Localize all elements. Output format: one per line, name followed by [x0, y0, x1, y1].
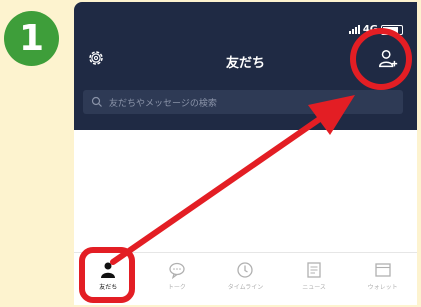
search-icon: [91, 96, 102, 107]
wallet-icon: [375, 263, 391, 277]
search-placeholder: 友だちやメッセージの検索: [109, 98, 217, 109]
tab-label: ニュース: [302, 284, 326, 291]
highlight-circle-add-friend: [350, 28, 412, 90]
tab-news[interactable]: ニュース: [280, 253, 349, 305]
highlight-box-friends-tab: [79, 247, 135, 303]
tab-label: ウォレット: [367, 284, 398, 291]
signal-icon: [348, 25, 360, 34]
step-number-badge: 1: [4, 11, 59, 66]
news-icon: [307, 262, 321, 278]
tab-label: トーク: [167, 284, 186, 291]
tab-timeline[interactable]: タイムライン: [211, 253, 280, 305]
tab-wallet[interactable]: ウォレット: [348, 253, 417, 305]
tab-talk[interactable]: トーク: [143, 253, 212, 305]
tab-label: タイムライン: [227, 284, 264, 291]
clock-icon: [237, 262, 254, 278]
search-input[interactable]: 友だちやメッセージの検索: [83, 90, 403, 114]
chat-bubble-icon: [169, 262, 185, 279]
